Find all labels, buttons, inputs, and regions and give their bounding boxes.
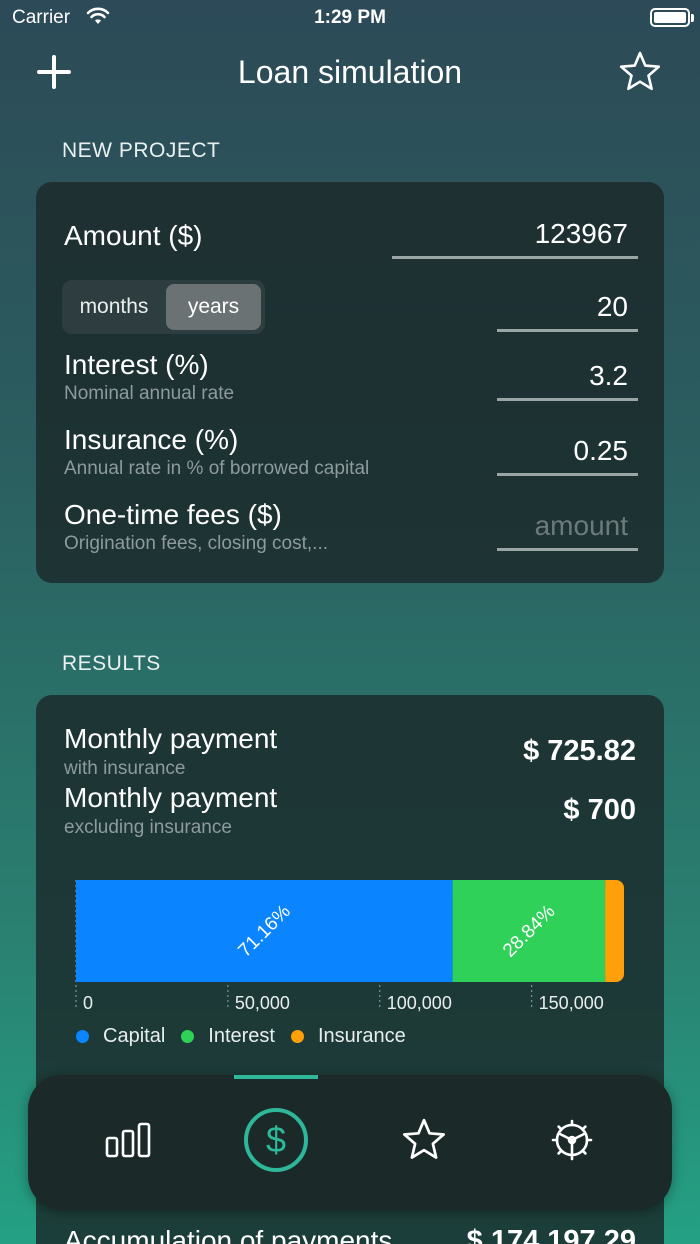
duration-field[interactable]: 20 bbox=[497, 291, 638, 332]
interest-field[interactable]: 3.2 bbox=[497, 360, 638, 401]
dollar-circle-icon: $ bbox=[244, 1108, 308, 1172]
tab-bar: $ bbox=[28, 1075, 672, 1210]
monthly-payment-with-insurance-label: Monthly payment bbox=[64, 723, 278, 754]
x-tick-label: 50,000 bbox=[235, 993, 290, 1013]
x-tick-label: 0 bbox=[83, 993, 93, 1013]
fees-sublabel: Origination fees, closing cost,... bbox=[64, 533, 329, 554]
interest-label: Interest (%) bbox=[64, 349, 209, 380]
navigation-bar: Loan simulation bbox=[0, 48, 700, 98]
legend-label-insurance: Insurance bbox=[317, 1025, 406, 1047]
monthly-payment-excluding-insurance-sublabel: excluding insurance bbox=[64, 817, 232, 838]
segment-months[interactable]: months bbox=[66, 284, 162, 330]
segment-years[interactable]: years bbox=[166, 284, 261, 330]
bar-segment-insurance-edge bbox=[605, 880, 614, 982]
x-tick-label: 100,000 bbox=[387, 993, 452, 1013]
monthly-payment-with-insurance-value: $ 725.82 bbox=[523, 735, 636, 767]
tab-chart[interactable] bbox=[88, 1105, 168, 1175]
new-project-header: NEW PROJECT bbox=[62, 139, 221, 162]
duration-unit-segmented-control: months years bbox=[62, 280, 265, 334]
status-bar: Carrier 1:29 PM bbox=[0, 0, 700, 36]
insurance-field[interactable]: 0.25 bbox=[497, 435, 638, 476]
monthly-payment-excluding-insurance-label: Monthly payment bbox=[64, 782, 278, 813]
tab-settings[interactable] bbox=[532, 1105, 612, 1175]
monthly-payment-excluding-insurance-value: $ 700 bbox=[563, 794, 636, 826]
chart-legend: Capital Interest Insurance bbox=[76, 1025, 406, 1048]
legend-item-capital: Capital bbox=[76, 1025, 165, 1048]
interest-sublabel: Nominal annual rate bbox=[64, 383, 235, 404]
insurance-sublabel: Annual rate in % of borrowed capital bbox=[64, 458, 370, 479]
legend-dot-capital bbox=[76, 1030, 89, 1043]
star-icon[interactable] bbox=[618, 50, 662, 94]
fees-field[interactable]: amount bbox=[497, 510, 638, 551]
x-tick-label: 150,000 bbox=[539, 993, 604, 1013]
new-project-card: Amount ($) 123967 months years 20 Intere… bbox=[36, 182, 664, 583]
legend-item-interest: Interest bbox=[181, 1025, 275, 1048]
results-header: RESULTS bbox=[62, 652, 161, 675]
svg-text:$: $ bbox=[266, 1119, 286, 1160]
legend-dot-insurance bbox=[290, 1030, 304, 1043]
accumulation-label: Accumulation of payments bbox=[64, 1225, 393, 1244]
amount-label: Amount ($) bbox=[64, 220, 203, 251]
legend-label-interest: Interest bbox=[208, 1025, 275, 1047]
clock: 1:29 PM bbox=[314, 7, 386, 28]
insurance-label: Insurance (%) bbox=[64, 424, 239, 455]
chart-svg: 0 50,000 100,000 150,00071.16% 28.84% bbox=[75, 880, 624, 1013]
battery-icon bbox=[650, 8, 694, 27]
amount-field[interactable]: 123967 bbox=[392, 218, 638, 259]
bar-chart-icon bbox=[105, 1122, 151, 1158]
tab-loan[interactable]: $ bbox=[236, 1105, 316, 1175]
legend-dot-interest bbox=[181, 1030, 195, 1043]
star-icon bbox=[402, 1118, 446, 1159]
monthly-payment-with-insurance-sublabel: with insurance bbox=[64, 758, 186, 779]
gear-icon bbox=[551, 1119, 593, 1161]
fees-label: One-time fees ($) bbox=[64, 499, 282, 530]
legend-label-capital: Capital bbox=[103, 1025, 166, 1047]
tab-selection-indicator bbox=[234, 1075, 318, 1079]
page-title: Loan simulation bbox=[237, 54, 463, 90]
legend-item-insurance: Insurance bbox=[290, 1025, 406, 1048]
tab-favorites[interactable] bbox=[384, 1105, 464, 1175]
accumulation-value: $ 174,197.29 bbox=[466, 1225, 636, 1244]
